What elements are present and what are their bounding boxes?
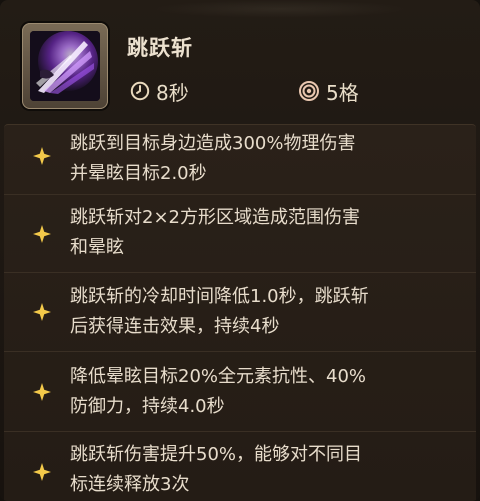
effect-item: 跳跃斩伤害提升50%，能够对不同目 标连续释放3次 bbox=[4, 432, 476, 501]
star-bullet-icon bbox=[33, 383, 51, 401]
skill-header: 跳跃斩 8秒 5格 bbox=[0, 0, 480, 125]
effect-item: 跳跃斩对2×2方形区域造成范围伤害 和晕眩 bbox=[4, 195, 476, 273]
star-bullet-icon bbox=[33, 147, 51, 165]
effect-item: 降低晕眩目标20%全元素抗性、40% 防御力，持续4.0秒 bbox=[4, 352, 476, 432]
effect-line: 并晕眩目标2.0秒 bbox=[70, 163, 207, 184]
target-icon bbox=[299, 81, 319, 101]
effect-item: 跳跃到目标身边造成300%物理伤害 并晕眩目标2.0秒 bbox=[4, 125, 476, 195]
effect-line: 降低晕眩目标20%全元素抗性、40% bbox=[70, 366, 367, 387]
effect-line: 跳跃斩对2×2方形区域造成范围伤害 bbox=[70, 207, 360, 228]
effect-line: 标连续释放3次 bbox=[70, 474, 190, 495]
star-bullet-icon bbox=[33, 463, 51, 481]
effect-line: 防御力，持续4.0秒 bbox=[70, 396, 225, 417]
effect-line: 跳跃斩的冷却时间降低1.0秒，跳跃斩 bbox=[70, 286, 369, 307]
range-value: 5格 bbox=[326, 80, 359, 105]
effect-item: 跳跃斩的冷却时间降低1.0秒，跳跃斩 后获得连击效果，持续4秒 bbox=[4, 273, 476, 352]
purple-slash-skill-icon bbox=[30, 31, 100, 101]
skill-name: 跳跃斩 bbox=[127, 36, 193, 60]
effect-line: 跳跃斩伤害提升50%，能够对不同目 bbox=[70, 444, 363, 465]
cooldown-value: 8秒 bbox=[156, 80, 189, 105]
skill-tooltip: 跳跃斩 8秒 5格 跳跃到目标身边造成300%物理伤害 并晕眩目标2.0秒 跳跃… bbox=[0, 0, 480, 501]
skill-icon-frame bbox=[22, 23, 108, 109]
effect-line: 后获得连击效果，持续4秒 bbox=[70, 316, 280, 337]
range-stat: 5格 bbox=[298, 77, 359, 105]
clock-icon bbox=[130, 81, 150, 101]
effects-list: 跳跃到目标身边造成300%物理伤害 并晕眩目标2.0秒 跳跃斩对2×2方形区域造… bbox=[4, 124, 476, 501]
star-bullet-icon bbox=[33, 225, 51, 243]
star-bullet-icon bbox=[33, 303, 51, 321]
cooldown-stat: 8秒 bbox=[130, 77, 189, 105]
effect-line: 跳跃到目标身边造成300%物理伤害 bbox=[70, 133, 356, 154]
effect-line: 和晕眩 bbox=[70, 237, 124, 258]
